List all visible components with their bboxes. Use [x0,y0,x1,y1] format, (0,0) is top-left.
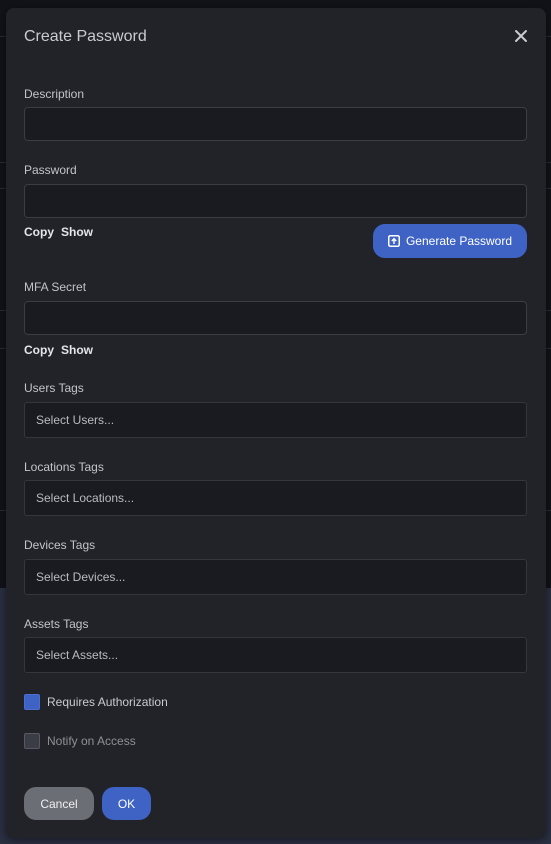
close-button[interactable] [510,25,532,47]
password-input[interactable] [24,184,527,218]
devices-tags-label: Devices Tags [24,538,96,552]
mfa-copy-link[interactable]: Copy [24,343,54,357]
description-label: Description [24,87,85,101]
dialog-title: Create Password [24,28,147,45]
create-password-dialog: Create Password Description Password Cop… [6,8,546,838]
notify-on-access-checkbox[interactable] [24,733,40,749]
users-tags-placeholder: Select Users... [36,413,115,427]
assets-tags-label: Assets Tags [24,617,89,631]
notify-on-access-option[interactable]: Notify on Access [24,733,136,749]
locations-tags-label: Locations Tags [24,460,104,474]
ok-button[interactable]: OK [102,787,151,820]
assets-tags-placeholder: Select Assets... [36,648,119,662]
password-copy-link[interactable]: Copy [24,225,54,239]
locations-tags-placeholder: Select Locations... [36,491,135,505]
description-input[interactable] [24,107,527,141]
cancel-button[interactable]: Cancel [24,787,94,820]
requires-authorization-checkbox[interactable] [24,694,40,710]
devices-tags-placeholder: Select Devices... [36,570,126,584]
password-show-link[interactable]: Show [61,225,93,239]
requires-authorization-option[interactable]: Requires Authorization [24,694,168,710]
generate-password-label: Generate Password [405,234,513,248]
users-tags-select[interactable]: Select Users... [24,402,527,438]
generate-password-button[interactable]: Generate Password [373,224,527,258]
password-label: Password [24,163,77,177]
mfa-secret-label: MFA Secret [24,280,87,294]
close-icon [515,30,527,42]
upload-icon [387,235,400,247]
mfa-secret-input[interactable] [24,301,527,335]
users-tags-label: Users Tags [24,381,84,395]
notify-on-access-label: Notify on Access [47,734,136,748]
mfa-show-link[interactable]: Show [61,343,93,357]
requires-authorization-label: Requires Authorization [47,695,168,709]
assets-tags-select[interactable]: Select Assets... [24,637,527,673]
locations-tags-select[interactable]: Select Locations... [24,480,527,516]
devices-tags-select[interactable]: Select Devices... [24,559,527,595]
